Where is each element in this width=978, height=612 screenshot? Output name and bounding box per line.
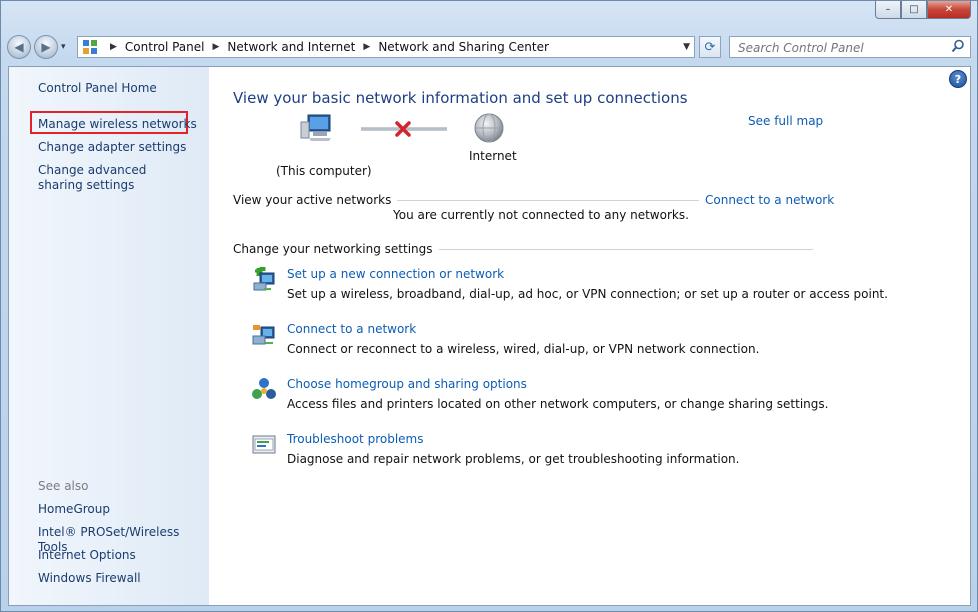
- breadcrumb-network-sharing-center[interactable]: Network and Sharing Center: [378, 40, 549, 54]
- internet-globe-icon: [474, 113, 504, 143]
- main-panel: View your basic network information and …: [233, 67, 953, 605]
- homegroup-sharing-link[interactable]: Choose homegroup and sharing options: [287, 377, 527, 391]
- window: – □ ✕ ◀ ▶ ▾ ▶ Control Panel ▶ Network an…: [0, 0, 978, 612]
- see-also-internet-options-link[interactable]: Internet Options: [38, 548, 136, 563]
- connect-network-task-link[interactable]: Connect to a network: [287, 322, 416, 336]
- content-area: Control Panel Home Manage wireless netwo…: [8, 66, 971, 606]
- connect-network-task-desc: Connect or reconnect to a wireless, wire…: [287, 342, 760, 356]
- task-connect-network: Connect to a network Connect or reconnec…: [251, 322, 871, 362]
- change-adapter-settings-link[interactable]: Change adapter settings: [38, 140, 186, 155]
- back-arrow-icon: ◀: [14, 40, 24, 54]
- search-icon[interactable]: [951, 39, 965, 53]
- address-bar[interactable]: ▶ Control Panel ▶ Network and Internet ▶…: [77, 36, 695, 58]
- chevron-right-icon[interactable]: ▶: [363, 42, 370, 52]
- divider: [373, 200, 713, 201]
- active-networks-heading: View your active networks: [233, 193, 398, 207]
- homegroup-icon: [252, 378, 276, 399]
- see-full-map-link[interactable]: See full map: [748, 114, 823, 128]
- troubleshoot-icon: [252, 435, 276, 454]
- navigation-bar: ◀ ▶ ▾ ▶ Control Panel ▶ Network and Inte…: [7, 33, 971, 61]
- search-input[interactable]: [736, 38, 950, 58]
- breadcrumb-network-and-internet[interactable]: Network and Internet: [227, 40, 355, 54]
- divider: [413, 249, 813, 250]
- change-advanced-sharing-settings-link[interactable]: Change advanced sharing settings: [38, 163, 188, 193]
- computer-icon: [300, 114, 331, 141]
- homegroup-sharing-desc: Access files and printers located on oth…: [287, 397, 829, 411]
- connection-status-text: You are currently not connected to any n…: [393, 208, 689, 222]
- internet-label: Internet: [469, 149, 517, 163]
- search-box[interactable]: [729, 36, 971, 58]
- see-also-homegroup-link[interactable]: HomeGroup: [38, 502, 110, 517]
- page-title: View your basic network information and …: [233, 89, 688, 107]
- control-panel-home-link[interactable]: Control Panel Home: [38, 81, 157, 96]
- sidebar: Control Panel Home Manage wireless netwo…: [9, 67, 209, 605]
- this-computer-label: (This computer): [276, 164, 372, 178]
- network-map: (This computer) Internet: [233, 112, 633, 182]
- caption-buttons: – □ ✕: [875, 1, 971, 19]
- troubleshoot-problems-link[interactable]: Troubleshoot problems: [287, 432, 423, 446]
- see-also-windows-firewall-link[interactable]: Windows Firewall: [38, 571, 141, 586]
- see-also-heading: See also: [38, 479, 89, 493]
- manage-wireless-networks-link[interactable]: Manage wireless networks: [38, 117, 197, 132]
- setup-new-connection-link[interactable]: Set up a new connection or network: [287, 267, 504, 281]
- breadcrumb: ▶ Control Panel ▶ Network and Internet ▶…: [102, 40, 549, 54]
- troubleshoot-problems-desc: Diagnose and repair network problems, or…: [287, 452, 740, 466]
- control-panel-icon: [83, 40, 97, 54]
- back-button[interactable]: ◀: [7, 35, 31, 59]
- minimize-button[interactable]: –: [875, 1, 901, 19]
- chevron-down-icon[interactable]: ▼: [683, 42, 690, 52]
- refresh-icon: ⟳: [704, 39, 716, 55]
- forward-button[interactable]: ▶: [34, 35, 58, 59]
- close-button[interactable]: ✕: [927, 1, 971, 19]
- breadcrumb-control-panel[interactable]: Control Panel: [125, 40, 205, 54]
- title-bar: – □ ✕: [1, 1, 977, 29]
- networking-settings-heading: Change your networking settings: [233, 242, 439, 256]
- setup-new-connection-desc: Set up a wireless, broadband, dial-up, a…: [287, 287, 888, 301]
- connect-network-icon: [252, 325, 275, 345]
- task-homegroup: Choose homegroup and sharing options Acc…: [251, 377, 871, 417]
- chevron-right-icon[interactable]: ▶: [110, 42, 117, 52]
- chevron-right-icon[interactable]: ▶: [213, 42, 220, 52]
- recent-pages-dropdown[interactable]: ▾: [61, 42, 66, 52]
- forward-arrow-icon: ▶: [41, 40, 51, 54]
- task-troubleshoot: Troubleshoot problems Diagnose and repai…: [251, 432, 871, 472]
- refresh-button[interactable]: ⟳: [699, 36, 721, 58]
- connect-to-a-network-link[interactable]: Connect to a network: [699, 193, 835, 207]
- disconnected-x-icon: [395, 121, 411, 137]
- maximize-button[interactable]: □: [901, 1, 927, 19]
- task-new-connection: Set up a new connection or network Set u…: [251, 267, 888, 307]
- new-connection-icon: [253, 267, 275, 291]
